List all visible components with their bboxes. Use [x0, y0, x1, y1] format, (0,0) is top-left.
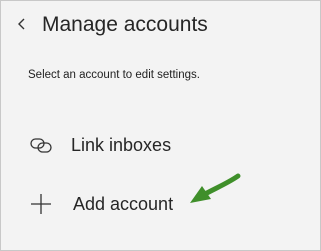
chevron-left-icon: [18, 18, 25, 30]
back-button[interactable]: [11, 11, 33, 37]
plus-icon: [21, 189, 61, 219]
add-account-item[interactable]: Add account: [19, 184, 299, 224]
link-icon: [21, 130, 61, 160]
manage-accounts-panel: Manage accounts Select an account to edi…: [0, 0, 321, 251]
link-inboxes-label: Link inboxes: [71, 134, 172, 155]
add-account-label: Add account: [73, 193, 174, 214]
settings-description: Select an account to edit settings.: [28, 69, 200, 81]
link-inboxes-item[interactable]: Link inboxes: [19, 125, 299, 165]
page-title: Manage accounts: [42, 13, 208, 36]
